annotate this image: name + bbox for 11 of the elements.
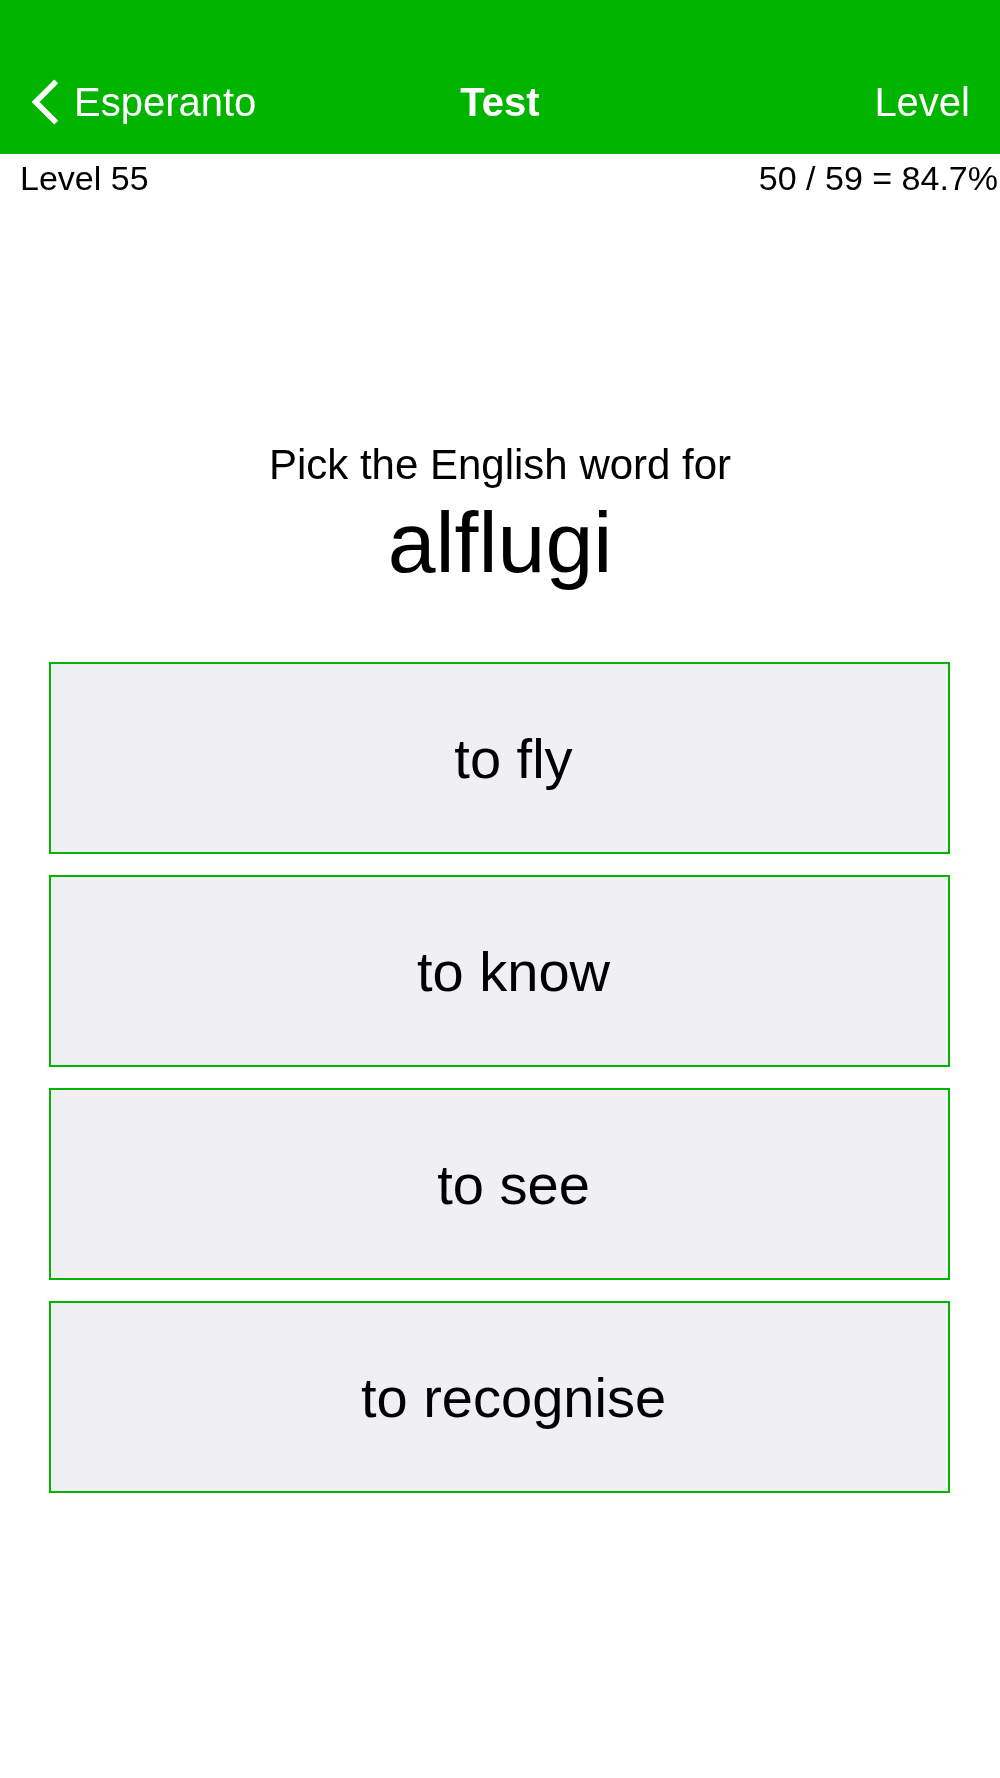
chevron-left-icon xyxy=(30,77,60,127)
answer-option[interactable]: to recognise xyxy=(49,1301,950,1493)
answer-option[interactable]: to fly xyxy=(49,662,950,854)
answer-option[interactable]: to know xyxy=(49,875,950,1067)
screen-title: Test xyxy=(460,79,540,126)
question-prompt: Pick the English word for xyxy=(268,440,732,490)
score-label: 50 / 59 = 84.7% xyxy=(758,158,998,198)
question-word: alflugi xyxy=(387,494,613,590)
answer-option[interactable]: to see xyxy=(49,1088,950,1280)
level-label: Level 55 xyxy=(20,158,149,198)
back-label: Esperanto xyxy=(74,79,257,126)
